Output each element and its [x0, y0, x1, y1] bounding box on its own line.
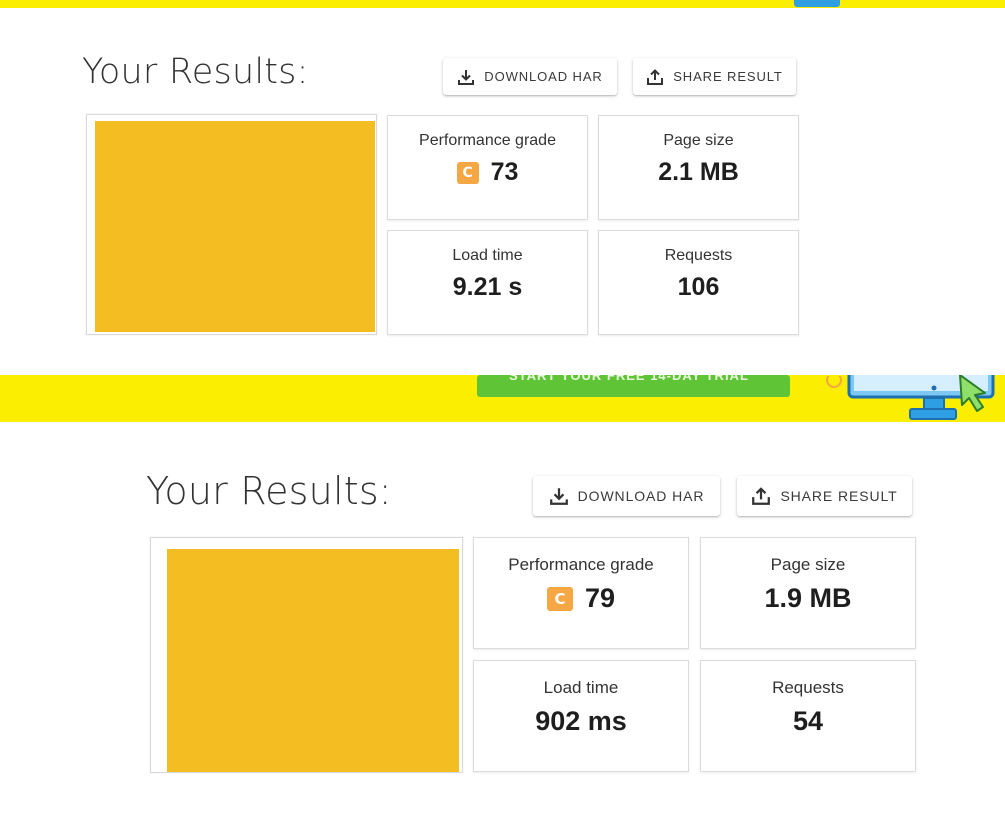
performance-score: 73 [490, 158, 519, 186]
download-har-button-2[interactable]: DOWNLOAD HAR [533, 476, 720, 516]
download-har-label: DOWNLOAD HAR [577, 488, 705, 504]
grade-badge-2: C [546, 586, 573, 611]
page-size-label-2: Page size [770, 555, 846, 574]
performance-score-2: 79 [584, 583, 616, 613]
page-size-value: 2.1 MB [658, 158, 739, 186]
page-screenshot-thumbnail-2 [150, 537, 463, 773]
share-result-label: SHARE RESULT [780, 488, 898, 504]
free-trial-cta-button[interactable]: START YOUR FREE 14-DAY TRIAL [477, 375, 790, 397]
page-size-value-2: 1.9 MB [764, 583, 852, 613]
share-result-label: SHARE RESULT [673, 69, 783, 84]
download-icon [549, 486, 569, 506]
performance-grade-value-2: C 79 [474, 583, 688, 614]
load-time-card-2: Load time 902 ms [473, 660, 689, 772]
performance-grade-card-2: Performance grade C 79 [473, 537, 689, 649]
load-time-label-2: Load time [543, 678, 619, 697]
monitor-base-fragment [794, 0, 840, 7]
computer-monitor-cursor-icon [846, 367, 1005, 422]
share-result-button[interactable]: SHARE RESULT [633, 58, 796, 95]
top-yellow-strip [0, 0, 1005, 8]
free-trial-cta-label: START YOUR FREE 14-DAY TRIAL [509, 375, 749, 383]
share-result-button-2[interactable]: SHARE RESULT [737, 476, 912, 516]
requests-value: 106 [677, 273, 720, 301]
page-screenshot-thumbnail [86, 114, 377, 335]
load-time-label: Load time [452, 247, 523, 264]
page-title-2: Your Results: [146, 469, 392, 513]
requests-card: Requests 106 [598, 230, 799, 335]
page-size-card-2: Page size 1.9 MB [700, 537, 916, 649]
download-icon [457, 68, 475, 86]
performance-grade-label: Performance grade [419, 132, 556, 149]
performance-grade-card: Performance grade C 73 [387, 115, 588, 220]
load-time-card: Load time 9.21 s [387, 230, 588, 335]
performance-grade-value: C 73 [388, 158, 587, 187]
page-title: Your Results: [82, 52, 309, 92]
grade-badge: C [456, 161, 479, 184]
download-har-label: DOWNLOAD HAR [484, 69, 603, 84]
requests-label-2: Requests [772, 678, 844, 697]
load-time-value-2: 902 ms [535, 706, 627, 736]
download-har-button[interactable]: DOWNLOAD HAR [443, 58, 617, 95]
requests-card-2: Requests 54 [700, 660, 916, 772]
load-time-value: 9.21 s [452, 273, 523, 301]
share-upload-icon [751, 486, 771, 506]
share-upload-icon [646, 68, 664, 86]
thumbnail-image [95, 121, 375, 332]
page-size-card: Page size 2.1 MB [598, 115, 799, 220]
page-size-label: Page size [663, 132, 734, 149]
requests-value-2: 54 [792, 706, 824, 736]
thumbnail-image-2 [167, 549, 459, 772]
performance-grade-label-2: Performance grade [508, 555, 654, 574]
requests-label: Requests [664, 247, 733, 264]
